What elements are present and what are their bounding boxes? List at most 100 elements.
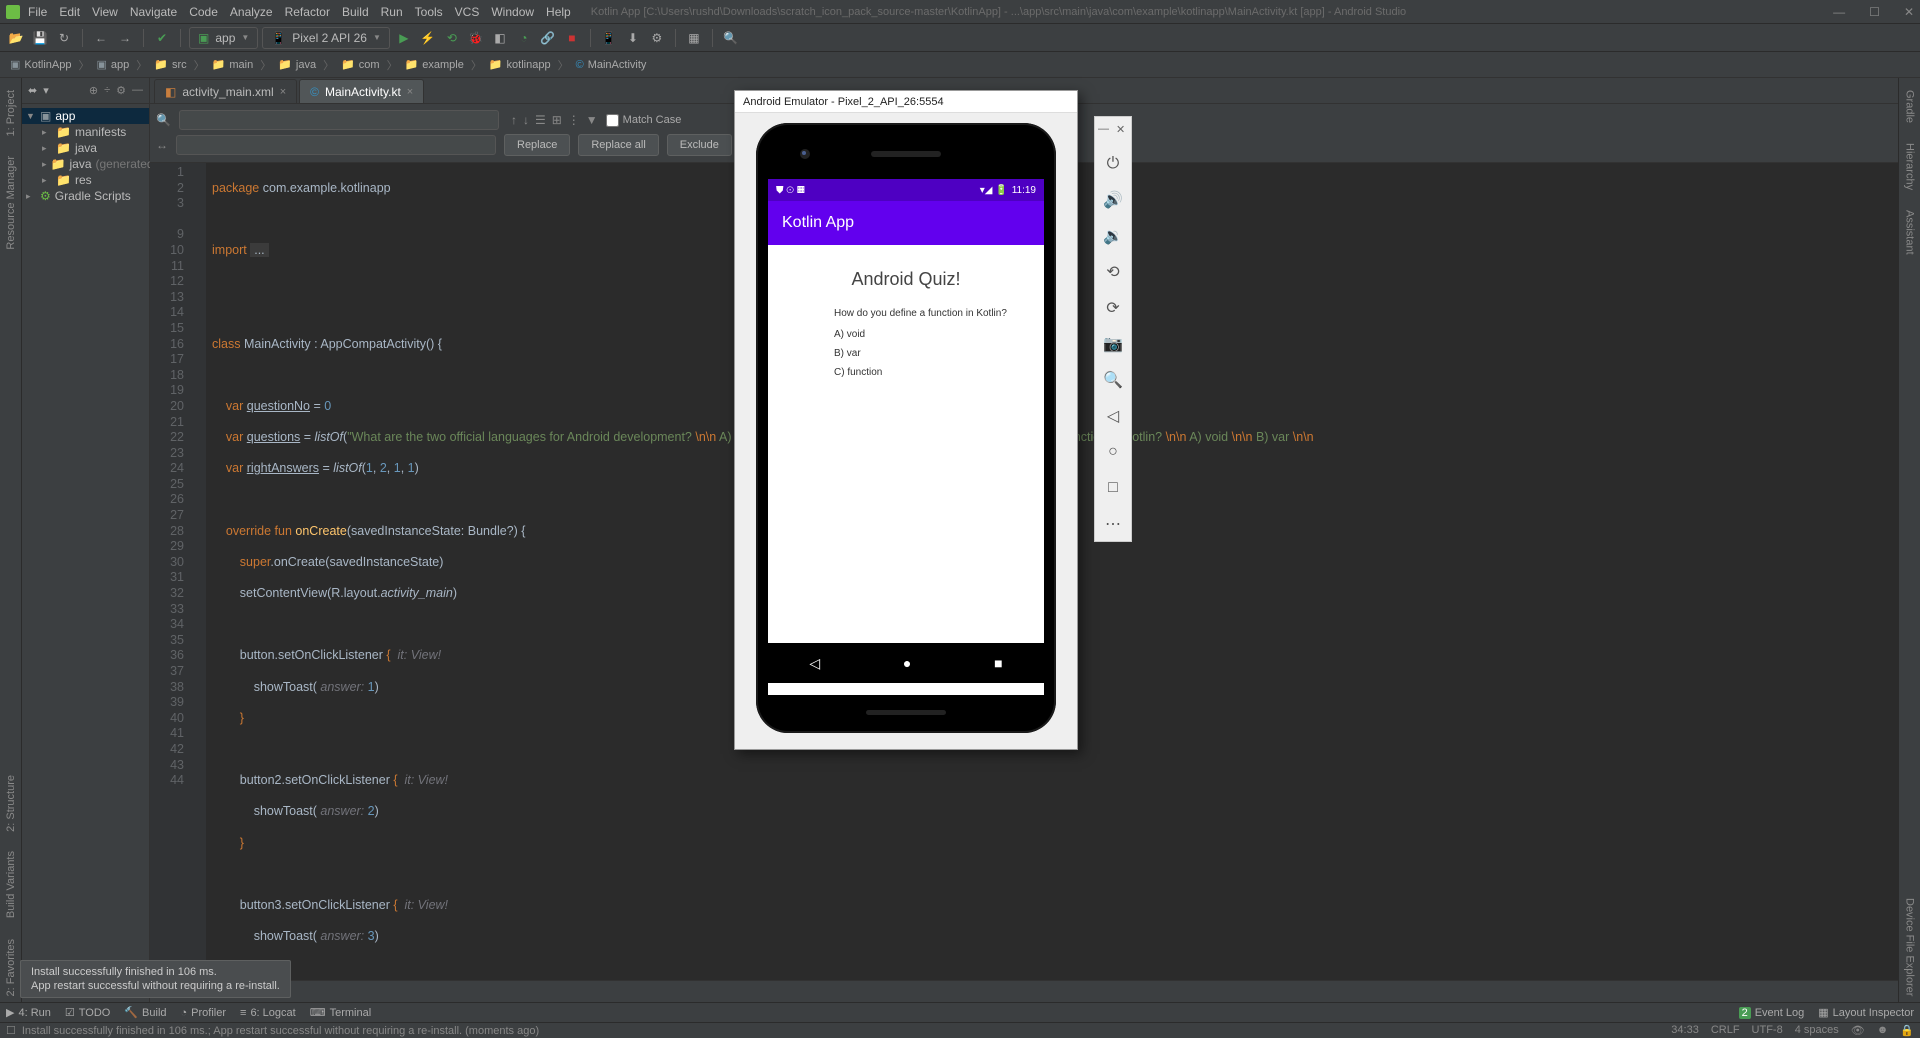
overview-emu-icon[interactable]: □ [1102,477,1124,499]
tab-activity-main-xml[interactable]: ◧activity_main.xml× [154,79,297,103]
back-emu-icon[interactable]: ◁ [1102,405,1124,427]
menu-window[interactable]: Window [491,5,534,19]
run-config-dropdown[interactable]: ▣app▼ [189,27,258,49]
tree-manifests[interactable]: ▸📁manifests [22,124,149,140]
camera-icon[interactable]: 📷 [1102,333,1124,355]
save-icon[interactable]: 💾 [30,28,50,48]
replace-all-button[interactable]: Replace all [578,134,658,156]
tool-todo[interactable]: ☑ TODO [65,1006,110,1019]
nav-home-icon[interactable]: ● [903,655,911,671]
select-all-icon[interactable]: ☰ [535,113,546,127]
window-minimize[interactable]: — [1833,5,1845,19]
volume-up-icon[interactable]: 🔊 [1102,189,1124,211]
emu-minimize-icon[interactable]: — [1098,123,1110,135]
match-case-checkbox[interactable]: Match Case [606,114,682,127]
tool-profiler[interactable]: ◔ Profiler [181,1007,227,1019]
layout-inspector-icon[interactable]: ▦ [684,28,704,48]
emu-close-icon[interactable]: ✕ [1116,123,1128,135]
sdk-manager-icon[interactable]: ⬇ [623,28,643,48]
menu-help[interactable]: Help [546,5,571,19]
crumb-src[interactable]: 📁src [150,58,190,71]
toggle-icon[interactable]: ⋮ [568,113,580,127]
crumb-app[interactable]: ▣app [93,58,134,71]
tab-gradle[interactable]: Gradle [1904,84,1916,129]
tab-build-variants[interactable]: Build Variants [5,845,17,924]
more-emu-icon[interactable]: ⋯ [1102,513,1124,535]
tree-java-gen[interactable]: ▸📁java (generated) [22,156,149,172]
inspection-icon[interactable]: 👁 [1851,1024,1865,1037]
search-everywhere-icon[interactable]: 🔍 [721,28,741,48]
settings-icon[interactable]: ⚙ [116,84,126,97]
apply-changes-icon[interactable]: ⚡ [418,28,438,48]
tab-assistant[interactable]: Assistant [1904,204,1916,261]
menu-run[interactable]: Run [381,5,403,19]
window-close[interactable]: ✕ [1904,5,1914,19]
menu-analyze[interactable]: Analyze [230,5,273,19]
power-icon[interactable]: ⏻ [1102,153,1124,175]
home-emu-icon[interactable]: ○ [1102,441,1124,463]
menu-navigate[interactable]: Navigate [130,5,177,19]
menu-build[interactable]: Build [342,5,369,19]
profile-icon[interactable]: ◔ [514,28,534,48]
crumb-example[interactable]: 📁example [401,58,468,71]
back-icon[interactable]: ← [91,28,111,48]
close-icon[interactable]: × [407,86,413,98]
next-match-icon[interactable]: ↓ [523,113,529,127]
crumb-main[interactable]: 📁main [208,58,258,71]
open-icon[interactable]: 📂 [6,28,26,48]
target-icon[interactable]: ⊕ [89,84,98,97]
tree-java[interactable]: ▸📁java [22,140,149,156]
coverage-icon[interactable]: ◧ [490,28,510,48]
sync-icon[interactable]: ↻ [54,28,74,48]
hide-icon[interactable]: — [132,84,143,97]
menu-edit[interactable]: Edit [59,5,80,19]
volume-down-icon[interactable]: 🔉 [1102,225,1124,247]
device-dropdown[interactable]: 📱Pixel 2 API 26▼ [262,27,390,49]
android-view-label[interactable]: ▾ [43,84,49,97]
tab-favorites[interactable]: 2: Favorites [5,933,17,1002]
add-selection-icon[interactable]: ⊞ [552,113,562,127]
crumb-project[interactable]: ▣KotlinApp [6,58,76,71]
find-input[interactable] [179,110,499,130]
forward-icon[interactable]: → [115,28,135,48]
crumb-java[interactable]: 📁java [274,58,320,71]
tree-app[interactable]: ▼▣app [22,108,149,124]
tool-layout-inspector[interactable]: ▦ Layout Inspector [1818,1006,1914,1019]
tab-resource-manager[interactable]: Resource Manager [5,150,17,256]
prev-match-icon[interactable]: ↑ [511,113,517,127]
rotate-left-icon[interactable]: ⟲ [1102,261,1124,283]
crumb-kotlinapp[interactable]: 📁kotlinapp [485,58,555,71]
tool-run[interactable]: ▶ 4: Run [6,1006,51,1019]
indent[interactable]: 4 spaces [1795,1024,1839,1037]
stop-icon[interactable]: ■ [562,28,582,48]
collapse-icon[interactable]: ÷ [104,84,110,97]
menu-tools[interactable]: Tools [415,5,443,19]
replace-input[interactable] [176,135,496,155]
tab-mainactivity-kt[interactable]: ©MainActivity.kt× [299,79,424,103]
tool-build[interactable]: 🔨 Build [124,1006,166,1019]
phone-screen[interactable]: ⛊ ⊙ ▦ ▾◢ 🔋11:19 Kotlin App Android Quiz!… [768,179,1044,695]
menu-view[interactable]: View [92,5,118,19]
tool-terminal[interactable]: ⌨ Terminal [310,1006,371,1019]
zoom-icon[interactable]: 🔍 [1102,369,1124,391]
line-ending[interactable]: CRLF [1711,1024,1740,1037]
nav-recent-icon[interactable]: ■ [994,655,1002,671]
settings-icon[interactable]: ⚙ [647,28,667,48]
tab-structure[interactable]: 2: Structure [5,769,17,838]
tree-res[interactable]: ▸📁res [22,172,149,188]
menu-code[interactable]: Code [189,5,218,19]
tool-logcat[interactable]: ≡ 6: Logcat [240,1007,296,1019]
caret-position[interactable]: 34:33 [1671,1024,1699,1037]
crumb-com[interactable]: 📁com [337,58,383,71]
window-maximize[interactable]: ☐ [1869,5,1880,19]
menu-vcs[interactable]: VCS [455,5,480,19]
debug-icon[interactable]: 🐞 [466,28,486,48]
replace-button[interactable]: Replace [504,134,570,156]
tab-hierarchy[interactable]: Hierarchy [1904,137,1916,196]
attach-debugger-icon[interactable]: 🔗 [538,28,558,48]
run-icon[interactable]: ▶ [394,28,414,48]
rotate-right-icon[interactable]: ⟳ [1102,297,1124,319]
encoding[interactable]: UTF-8 [1752,1024,1783,1037]
tree-gradle-scripts[interactable]: ▸⚙Gradle Scripts [22,188,149,204]
avd-manager-icon[interactable]: 📱 [599,28,619,48]
